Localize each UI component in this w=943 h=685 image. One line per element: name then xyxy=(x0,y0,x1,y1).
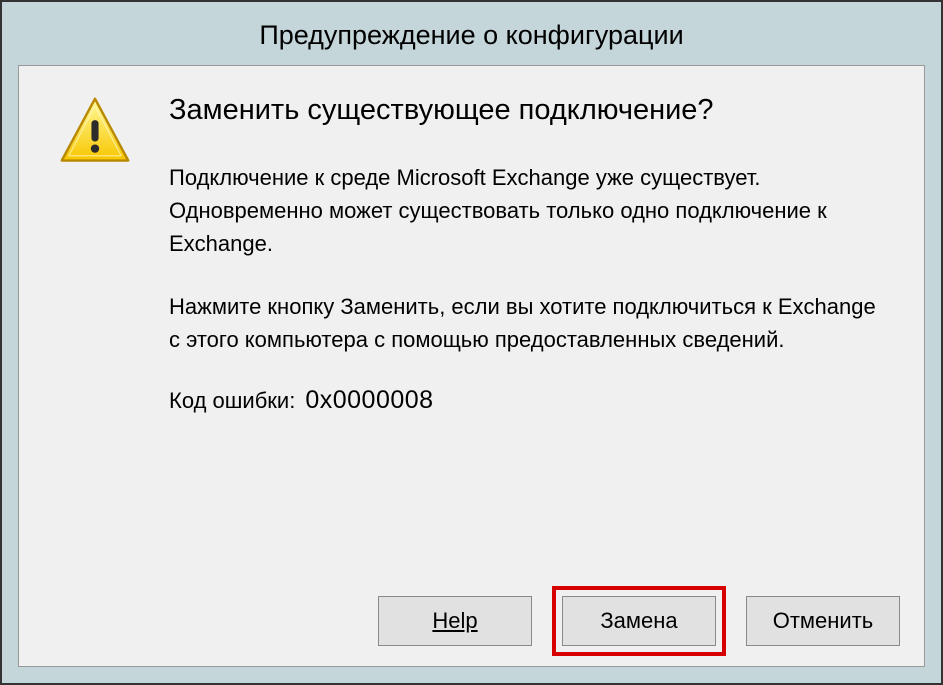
text-block: Заменить существующее подключение? Подкл… xyxy=(169,90,900,415)
highlighted-button-frame: Замена xyxy=(552,586,726,656)
error-code: 0x0000008 xyxy=(305,386,433,415)
dialog-paragraph-2: Нажмите кнопку Заменить, если вы хотите … xyxy=(169,290,890,356)
button-row: Help Замена Отменить xyxy=(43,576,900,646)
content-row: Заменить существующее подключение? Подкл… xyxy=(43,90,900,415)
warning-icon xyxy=(57,94,133,170)
error-label: Код ошибки: xyxy=(169,388,295,414)
dialog-content: Заменить существующее подключение? Подкл… xyxy=(18,65,925,667)
help-button[interactable]: Help xyxy=(378,596,532,646)
error-row: Код ошибки: 0x0000008 xyxy=(169,386,890,415)
dialog-title: Предупреждение о конфигурации xyxy=(2,2,941,65)
cancel-button[interactable]: Отменить xyxy=(746,596,900,646)
dialog-heading: Заменить существующее подключение? xyxy=(169,90,890,131)
dialog-paragraph-1: Подключение к среде Microsoft Exchange у… xyxy=(169,161,890,260)
replace-button[interactable]: Замена xyxy=(562,596,716,646)
help-button-label: Help xyxy=(432,608,477,634)
